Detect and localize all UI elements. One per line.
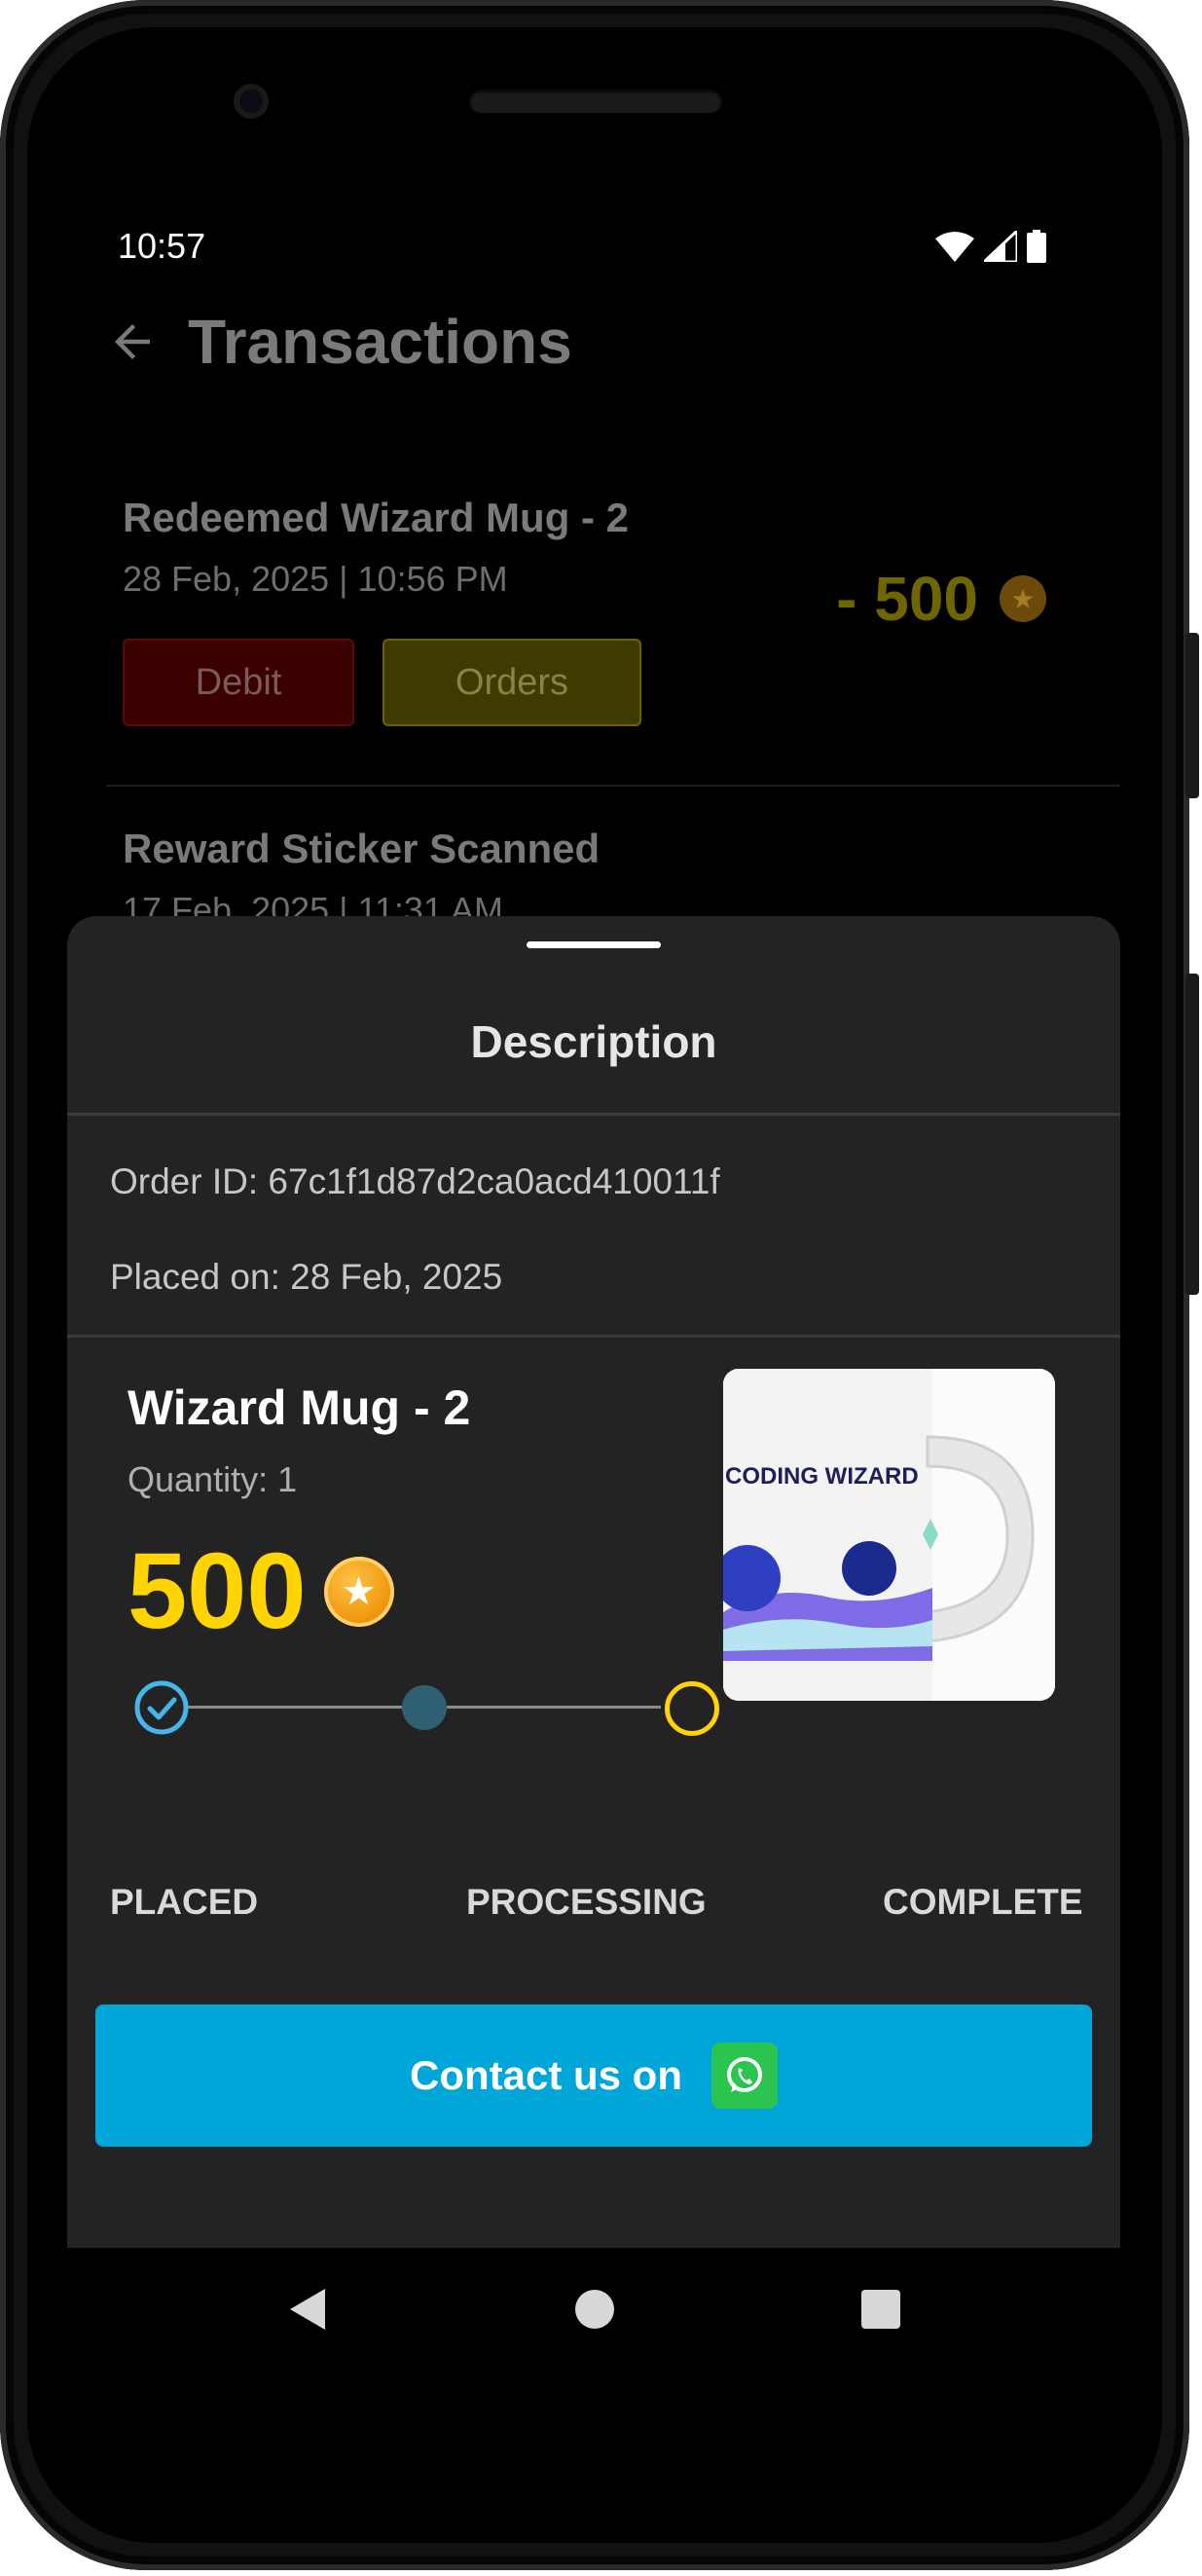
phone-frame: 10:57 Transactions Redeemed Wizard Mug -… [0,0,1199,2570]
transaction-amount: - 500 ★ [836,563,1046,635]
transaction-name: Redeemed Wizard Mug - 2 [123,495,630,540]
status-bar: 10:57 [67,212,1120,280]
back-triangle-icon[interactable] [286,2287,329,2332]
volume-button [1185,633,1199,798]
status-icons [935,230,1046,263]
transaction-name: Reward Sticker Scanned [123,826,601,871]
progress-line [447,1706,661,1709]
placed-check-icon [134,1680,189,1735]
wifi-icon [935,232,974,262]
earpiece-speaker [469,90,722,113]
step-label-placed: PLACED [110,1882,259,1922]
product-quantity: Quantity: 1 [127,1459,298,1499]
recents-square-icon[interactable] [859,2287,902,2332]
placed-date: Placed on: 28 Feb, 2025 [110,1257,503,1297]
step-label-complete: COMPLETE [883,1882,1083,1922]
app-bar: Transactions [67,280,1120,417]
complete-dot [665,1681,719,1736]
mug-illustration: CODING WIZARD [723,1369,1055,1701]
order-description-sheet: Description Order ID: 67c1f1d87d2ca0acd4… [67,916,1120,2248]
contact-label: Contact us on [410,2052,682,2098]
front-camera [234,84,269,119]
mug-print-text: CODING WIZARD [725,1463,919,1490]
star-coin-icon: ★ [1000,575,1046,622]
order-id: Order ID: 67c1f1d87d2ca0acd410011f [110,1161,720,1201]
power-button [1185,974,1199,1295]
product-name: Wizard Mug - 2 [127,1380,471,1435]
back-button[interactable] [106,315,164,374]
arrow-left-icon [115,324,150,359]
debit-tag: Debit [123,639,354,726]
page-title: Transactions [188,307,572,377]
home-circle-icon[interactable] [573,2287,616,2332]
price-value: 500 [127,1531,307,1651]
orders-tag: Orders [382,639,641,726]
sheet-divider [67,1335,1120,1338]
signal-icon [984,231,1017,262]
sheet-drag-handle[interactable] [527,941,661,948]
screen: 10:57 Transactions Redeemed Wizard Mug -… [67,212,1120,2370]
contact-whatsapp-button[interactable]: Contact us on [95,2005,1092,2147]
product-price: 500 ★ [127,1529,394,1653]
status-time: 10:57 [118,226,206,266]
whatsapp-icon [711,2042,778,2109]
sheet-divider [67,1113,1120,1116]
list-divider [106,785,1120,787]
progress-line [188,1706,402,1709]
battery-icon [1027,230,1046,263]
processing-dot [402,1685,447,1730]
system-nav-bar [67,2248,1120,2370]
transaction-item[interactable]: Reward Sticker Scanned 17 Feb, 2025 | 11… [123,826,1096,931]
amount-value: - 500 [836,564,978,634]
sheet-title: Description [470,1016,717,1067]
star-coin-icon: ★ [323,1556,394,1627]
step-label-processing: PROCESSING [466,1882,707,1922]
product-image: CODING WIZARD [723,1369,1055,1701]
